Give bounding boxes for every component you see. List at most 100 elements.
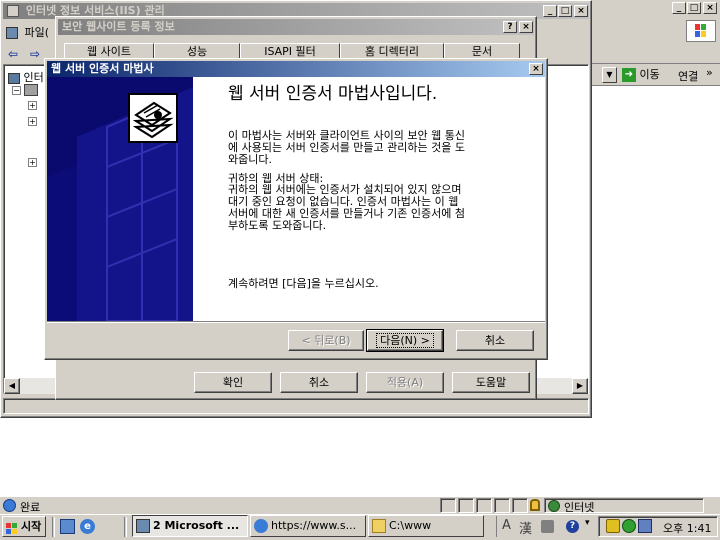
mmc-icon bbox=[6, 27, 18, 39]
apply-button[interactable]: 적용(A) bbox=[366, 372, 444, 393]
next-button-label: 다음(N) > bbox=[376, 333, 434, 348]
ok-button[interactable]: 확인 bbox=[194, 372, 272, 393]
wizard-heading: 웹 서버 인증서 마법사입니다. bbox=[228, 84, 438, 104]
task-folder-label: C:\www bbox=[389, 519, 432, 532]
windows-logo-icon bbox=[686, 20, 716, 42]
status-pane-3 bbox=[476, 498, 492, 513]
go-button[interactable]: ➜ 이동 bbox=[622, 66, 674, 84]
address-dropdown-button[interactable]: ▼ bbox=[602, 67, 617, 83]
help-button[interactable]: 도움말 bbox=[452, 372, 530, 393]
server-status-text: 귀하의 웹 서버에는 인증서가 설치되어 있지 않으며 대기 중인 요청이 없습… bbox=[228, 184, 465, 232]
certificate-icon bbox=[128, 93, 178, 143]
ie-task-icon bbox=[254, 519, 268, 533]
task-microsoft-label: 2 Microsoft ... bbox=[153, 519, 240, 532]
tree-collapse-icon[interactable]: − bbox=[12, 86, 21, 95]
status-pane-4 bbox=[494, 498, 510, 513]
go-arrow-icon: ➜ bbox=[622, 68, 636, 82]
ime-help-icon[interactable]: ? bbox=[566, 520, 579, 533]
scroll-right-button[interactable]: ▶ bbox=[572, 378, 588, 394]
wizard-divider bbox=[47, 321, 545, 323]
iis-back-icon[interactable]: ⇦ bbox=[8, 47, 18, 61]
ime-hanja[interactable]: 漢 bbox=[519, 518, 532, 537]
intro-line-3: 와줍니다. bbox=[228, 153, 272, 166]
iis-menu-file-label: 파일( bbox=[24, 26, 50, 39]
iis-statusbar bbox=[3, 398, 589, 414]
tree-expand-icon[interactable]: + bbox=[28, 101, 37, 110]
wizard-intro: 이 마법사는 서버와 클라이언트 사이의 보안 웹 통신 에 사용되는 서버 인… bbox=[228, 130, 465, 166]
links-chevron-icon[interactable]: » bbox=[706, 66, 713, 79]
go-label: 이동 bbox=[639, 68, 660, 81]
quicklaunch-ie-icon[interactable]: e bbox=[80, 519, 95, 534]
tray-network-icon[interactable] bbox=[622, 519, 636, 533]
properties-title-text: 보안 웹사이트 등록 정보 bbox=[62, 20, 175, 33]
next-button[interactable]: 다음(N) > bbox=[366, 329, 444, 352]
tray-clock[interactable]: 오후 1:41 bbox=[663, 520, 711, 536]
tab-performance-label: 성능 bbox=[186, 45, 208, 58]
browser-content bbox=[590, 86, 720, 496]
iis-tree-root-label: 인터 bbox=[23, 71, 44, 84]
status-text: 완료 bbox=[20, 501, 41, 514]
iis-tree-root[interactable]: 인터 bbox=[8, 69, 44, 85]
ime-menu-icon[interactable]: ▾ bbox=[585, 518, 590, 528]
task-folder[interactable]: C:\www bbox=[368, 515, 484, 537]
task-browser[interactable]: https://www.s... bbox=[250, 515, 366, 537]
status-pane-5 bbox=[512, 498, 528, 513]
links-label[interactable]: 연결 bbox=[678, 68, 698, 84]
folder-task-icon bbox=[372, 519, 386, 533]
tree-expand-icon[interactable]: + bbox=[28, 117, 37, 126]
properties-help-button[interactable]: ? bbox=[503, 21, 517, 33]
wizard-cancel-label: 취소 bbox=[484, 334, 506, 347]
task-browser-label: https://www.s... bbox=[271, 519, 357, 532]
iis-minimize-button[interactable]: _ bbox=[543, 5, 557, 17]
page-done-icon bbox=[3, 499, 16, 512]
mmc-task-icon bbox=[136, 519, 150, 533]
tab-home-directory-label: 홈 디렉터리 bbox=[364, 45, 420, 58]
help-button-label: 도움말 bbox=[475, 376, 507, 389]
back-button-label: < 뒤로(B) bbox=[301, 334, 351, 347]
scroll-left-button[interactable]: ◀ bbox=[4, 378, 20, 394]
status-pane-1 bbox=[440, 498, 456, 513]
properties-titlebar: 보안 웹사이트 등록 정보 bbox=[58, 19, 534, 35]
browser-close-button[interactable]: × bbox=[703, 2, 717, 14]
properties-close-button[interactable]: × bbox=[519, 21, 533, 33]
browser-maximize-button[interactable]: □ bbox=[687, 2, 701, 14]
status-pane-2 bbox=[458, 498, 474, 513]
wizard-title-text: 웹 서버 인증서 마법사 bbox=[51, 62, 154, 75]
iis-forward-icon[interactable]: ⇨ bbox=[30, 47, 40, 61]
browser-status-bar: 완료 인터넷 bbox=[0, 496, 720, 514]
tab-isapi-filter-label: ISAPI 필터 bbox=[264, 45, 316, 58]
quicklaunch-separator bbox=[124, 517, 127, 537]
iis-app-icon bbox=[7, 5, 19, 17]
apply-button-label: 적용(A) bbox=[386, 376, 424, 389]
tray-shield-icon[interactable] bbox=[606, 519, 620, 533]
wizard-close-button[interactable]: × bbox=[529, 63, 543, 75]
status-line-4: 부하도록 도와줍니다. bbox=[228, 219, 327, 232]
quicklaunch-desktop-icon[interactable] bbox=[60, 519, 75, 534]
continue-text: 계속하려면 [다음]을 누르십시오. bbox=[228, 277, 379, 290]
internet-zone-icon bbox=[548, 500, 560, 512]
back-button[interactable]: < 뒤로(B) bbox=[288, 330, 364, 351]
tree-expand-icon[interactable]: + bbox=[28, 158, 37, 167]
browser-minimize-button[interactable]: _ bbox=[672, 2, 686, 14]
iis-menu-file[interactable]: 파일( bbox=[6, 24, 49, 40]
server-icon bbox=[24, 84, 38, 96]
quicklaunch-separator bbox=[52, 517, 55, 537]
iis-maximize-button[interactable]: □ bbox=[558, 5, 572, 17]
tray-monitor-icon[interactable] bbox=[638, 519, 652, 533]
iis-close-button[interactable]: × bbox=[574, 5, 588, 17]
start-button[interactable]: 시작 bbox=[2, 516, 46, 537]
wizard-cancel-button[interactable]: 취소 bbox=[456, 330, 534, 351]
zone-text: 인터넷 bbox=[564, 501, 595, 514]
ime-mode-a[interactable]: A bbox=[502, 518, 511, 533]
start-label: 시작 bbox=[21, 520, 42, 533]
properties-cancel-button[interactable]: 취소 bbox=[280, 372, 358, 393]
tab-website-label: 웹 사이트 bbox=[87, 45, 131, 58]
lock-icon[interactable] bbox=[530, 499, 540, 511]
ime-tool-icon[interactable] bbox=[541, 520, 554, 533]
ok-button-label: 확인 bbox=[222, 376, 244, 389]
task-microsoft[interactable]: 2 Microsoft ... bbox=[132, 515, 248, 537]
iis-root-icon bbox=[8, 72, 20, 84]
tab-documents-label: 문서 bbox=[471, 45, 493, 58]
start-windows-icon bbox=[6, 521, 18, 534]
properties-cancel-label: 취소 bbox=[308, 376, 330, 389]
